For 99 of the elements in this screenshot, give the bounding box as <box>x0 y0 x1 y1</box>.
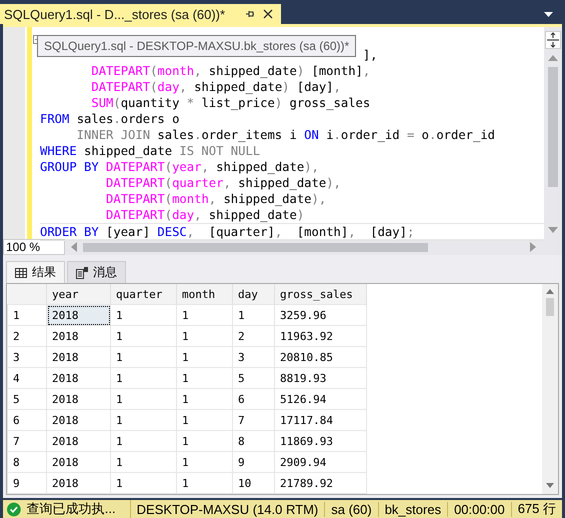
table-cell: 2018 <box>46 472 110 494</box>
success-icon <box>7 502 21 516</box>
table-cell: 1 <box>110 326 176 346</box>
scroll-left-icon[interactable] <box>71 242 77 252</box>
table-cell: 17117.84 <box>274 410 366 430</box>
table-cell: 20810.85 <box>274 346 366 368</box>
table-cell: 2 <box>232 326 274 346</box>
table-cell: 2018 <box>46 452 110 472</box>
column-header[interactable]: gross_sales <box>274 284 366 304</box>
scroll-right-icon[interactable] <box>530 242 536 252</box>
results-tab[interactable]: 结果 <box>6 261 65 283</box>
code-line: FROM sales.orders o <box>40 112 180 126</box>
table-cell: 8819.93 <box>274 368 366 388</box>
code-line: DATEPART(month, shipped_date), <box>105 192 326 206</box>
split-icon[interactable] <box>545 31 561 49</box>
table-cell: 10 <box>232 472 274 494</box>
table-cell: 21789.92 <box>274 472 366 494</box>
table-cell: 1 <box>176 304 232 326</box>
table-cell: 1 <box>176 430 232 452</box>
column-header[interactable]: year <box>46 284 110 304</box>
table-cell: 1 <box>232 304 274 326</box>
scrollbar-thumb[interactable] <box>548 67 558 187</box>
code-line: ], <box>362 48 378 62</box>
table-cell: 9 <box>232 452 274 472</box>
user-name: sa (60) <box>325 502 379 516</box>
tooltip: SQLQuery1.sql - DESKTOP-MAXSU.bk_stores (sa (60))* <box>37 35 356 57</box>
table-cell: 2018 <box>46 410 110 430</box>
table-cell: 3259.96 <box>274 304 366 326</box>
table-cell: 2909.94 <box>274 452 366 472</box>
row-number[interactable]: 2 <box>8 326 46 346</box>
results-tab[interactable]: 消息 <box>67 261 126 283</box>
code-line: INNER JOIN sales.order_items i ON i.order_id = o.order_id <box>76 128 496 142</box>
zoom-dropdown[interactable]: 100 % <box>3 239 65 255</box>
code-line: SUM(quantity * list_price) gross_sales <box>90 96 370 110</box>
column-header[interactable]: quarter <box>110 284 176 304</box>
code-line: ORDER BY [year] DESC, [quarter], [month], [day]; <box>40 225 414 239</box>
table-cell: 1 <box>176 368 232 388</box>
table-cell: 1 <box>110 368 176 388</box>
table-cell: 7 <box>232 410 274 430</box>
status-message: 查询已成功执... <box>20 500 131 518</box>
table-cell: 2018 <box>46 304 110 326</box>
table-cell: 1 <box>176 410 232 430</box>
table-cell: 5 <box>232 368 274 388</box>
table-cell: 1 <box>176 388 232 410</box>
row-number[interactable]: 1 <box>8 304 46 326</box>
database-name: bk_stores <box>378 502 448 516</box>
table-cell: 6 <box>232 388 274 410</box>
table-cell: 2018 <box>46 326 110 346</box>
row-number[interactable]: 3 <box>8 346 46 368</box>
table-cell: 1 <box>110 452 176 472</box>
code-line: GROUP BY DATEPART(year, shipped_date), <box>40 160 319 174</box>
grid-icon <box>15 268 27 278</box>
table-cell: 3 <box>232 346 274 368</box>
row-number[interactable]: 4 <box>8 368 46 388</box>
code-line: DATEPART(month, shipped_date) [month], <box>90 64 370 78</box>
row-number[interactable]: 5 <box>8 388 46 410</box>
table-cell: 5126.94 <box>274 388 366 410</box>
message-icon <box>76 266 88 278</box>
table-cell: 1 <box>110 388 176 410</box>
table-cell: 1 <box>110 346 176 368</box>
scrollbar-thumb[interactable] <box>546 298 554 316</box>
table-cell: 2018 <box>46 430 110 452</box>
code-line: WHERE shipped_date IS NOT NULL <box>40 144 260 158</box>
table-cell: 11963.92 <box>274 326 366 346</box>
row-number[interactable]: 9 <box>8 472 46 494</box>
document-tab[interactable]: SQLQuery1.sql - D..._stores (sa (60))* <box>0 4 282 24</box>
table-cell: 2018 <box>46 346 110 368</box>
code-line: DATEPART(day, shipped_date) <box>105 208 304 222</box>
scroll-up-icon[interactable] <box>548 55 558 61</box>
row-number[interactable]: 8 <box>8 452 46 472</box>
scroll-down-icon[interactable] <box>546 483 554 488</box>
column-header[interactable]: day <box>232 284 274 304</box>
table-cell: 1 <box>176 452 232 472</box>
table-cell: 1 <box>176 326 232 346</box>
table-cell: 1 <box>110 304 176 326</box>
table-cell: 1 <box>110 430 176 452</box>
table-cell: 1 <box>110 410 176 430</box>
table-cell: 1 <box>110 472 176 494</box>
dropdown-icon[interactable] <box>544 12 553 17</box>
table-cell: 1 <box>176 472 232 494</box>
row-number[interactable]: 7 <box>8 430 46 452</box>
table-cell: 8 <box>232 430 274 452</box>
close-icon[interactable] <box>263 9 274 19</box>
document-title: SQLQuery1.sql - D..._stores (sa (60))* <box>4 6 226 22</box>
column-header[interactable]: month <box>176 284 232 304</box>
row-count: 675 行 <box>516 500 557 518</box>
elapsed-time: 00:00:00 <box>448 502 512 516</box>
scroll-down-icon[interactable] <box>548 227 558 233</box>
table-cell: 2018 <box>46 368 110 388</box>
table-cell: 11869.93 <box>274 430 366 452</box>
table-cell: 1 <box>176 346 232 368</box>
scroll-up-icon[interactable] <box>546 289 554 294</box>
scrollbar-thumb[interactable] <box>83 242 428 252</box>
row-number[interactable]: 6 <box>8 410 46 430</box>
server-name: DESKTOP-MAXSU (14.0 RTM) <box>130 502 326 516</box>
table-cell: 2018 <box>46 388 110 410</box>
pin-icon[interactable] <box>245 9 256 19</box>
code-line: DATEPART(quarter, shipped_date), <box>105 176 341 190</box>
code-line: DATEPART(day, shipped_date) [day], <box>90 80 341 94</box>
